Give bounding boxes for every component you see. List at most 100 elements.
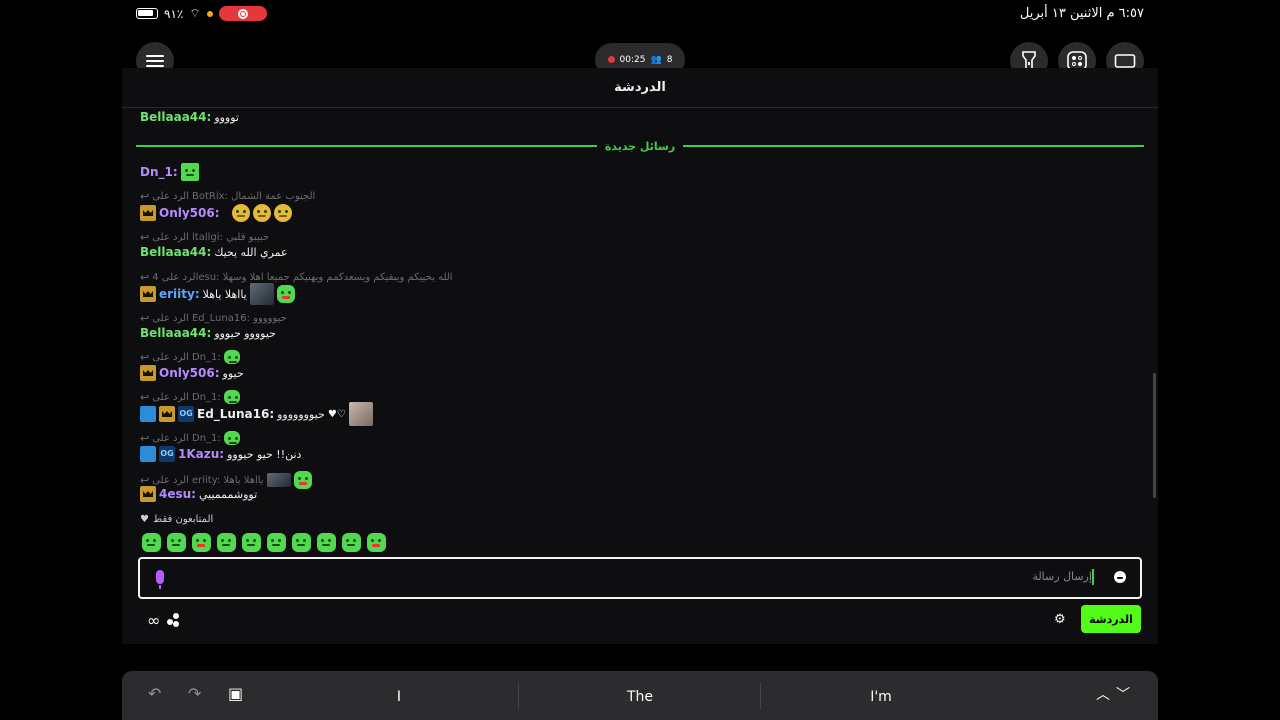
reply-arrow-icon: ↩ bbox=[140, 312, 150, 325]
gear-icon[interactable]: ⚙ bbox=[1054, 612, 1066, 627]
chat-message[interactable]: OG 1Kazu: دنن!! حيو حيووو bbox=[140, 446, 301, 462]
reply-context[interactable]: ↩ الرد على Ed_Luna16: حيووووو bbox=[140, 312, 287, 325]
message-text: تووشمممييي bbox=[198, 487, 258, 501]
message-text: عمري الله يحيك bbox=[214, 245, 288, 259]
reply-text: الرد على BotRix: الجنوب عمة الشمال bbox=[152, 191, 316, 202]
status-bar: ٩١٪ ⌔ ٦:٥٧ م الاثنين ١٣ أبريل bbox=[0, 0, 1280, 28]
reply-text: الرد على 4esu: الله يحييكم ويبقيكم ويسعد… bbox=[152, 272, 453, 283]
live-dot-icon bbox=[607, 56, 615, 63]
reply-context[interactable]: ↩ الرد على ltallgi: حبيبو قلبي bbox=[140, 231, 269, 244]
username[interactable]: 4esu: bbox=[159, 487, 196, 501]
chat-message[interactable]: OG Ed_Luna16: حيووووووو ♥♡ bbox=[140, 402, 373, 426]
smile-icon[interactable] bbox=[1114, 571, 1126, 583]
emote-button[interactable] bbox=[192, 533, 211, 552]
message-text: يااهلا ياهلا bbox=[202, 287, 247, 301]
chevron-up-icon[interactable]: ︿ bbox=[1096, 684, 1110, 704]
infinity-icon[interactable]: ∞ bbox=[147, 611, 160, 630]
photo-emote-icon bbox=[348, 402, 373, 426]
dots-icon[interactable] bbox=[167, 613, 183, 629]
chat-message[interactable]: Bellaaa44: عمري الله يحيك bbox=[140, 245, 288, 259]
keyboard-suggestion-bar: ↶ ↷ ▣ I The I'm ︿ ﹀ bbox=[122, 671, 1158, 720]
chat-message[interactable]: Only506: bbox=[140, 204, 292, 222]
stream-timer: 00:25 bbox=[619, 54, 646, 65]
status-left: ٩١٪ ⌔ bbox=[136, 6, 267, 21]
chat-input-box[interactable]: إرسال رسالة bbox=[138, 557, 1142, 599]
privacy-dot bbox=[206, 10, 213, 17]
username[interactable]: Bellaaa44: bbox=[140, 110, 211, 124]
mic-icon[interactable] bbox=[156, 570, 164, 589]
suggestion[interactable]: The bbox=[580, 689, 700, 705]
reply-context[interactable]: ↩ الرد على Dn_1: bbox=[140, 350, 240, 364]
username[interactable]: 1Kazu: bbox=[178, 447, 224, 461]
chat-message[interactable]: eriity: يااهلا ياهلا bbox=[140, 283, 295, 305]
reply-text: الرد على Ed_Luna16: حيووووو bbox=[152, 313, 287, 324]
emote-button[interactable] bbox=[342, 533, 361, 552]
reply-arrow-icon: ↩ bbox=[140, 473, 150, 487]
chat-scrollbar[interactable] bbox=[1153, 373, 1156, 498]
clipboard-icon[interactable]: ▣ bbox=[228, 684, 243, 703]
message-text: حيوووو حيووو bbox=[214, 326, 276, 340]
screen-record-indicator[interactable] bbox=[218, 6, 267, 21]
chevron-down-icon[interactable]: ﹀ bbox=[1116, 684, 1130, 704]
emote-button[interactable] bbox=[167, 533, 186, 552]
reply-text: الرد على Dn_1: bbox=[152, 351, 221, 363]
emote-button[interactable] bbox=[142, 533, 161, 552]
tools-badge-icon bbox=[140, 446, 156, 462]
undo-icon[interactable]: ↶ bbox=[148, 684, 161, 703]
photo-emote-icon bbox=[249, 283, 274, 305]
hearts-icon: ♥♡ bbox=[327, 408, 346, 420]
emote-quick-bar bbox=[142, 533, 386, 552]
emote-button[interactable] bbox=[317, 533, 336, 552]
username[interactable]: Only506: bbox=[159, 366, 220, 380]
time-date: ٦:٥٧ م الاثنين ١٣ أبريل bbox=[1019, 6, 1144, 21]
username[interactable]: Bellaaa44: bbox=[140, 326, 211, 340]
emote-button[interactable] bbox=[217, 533, 236, 552]
emote-button[interactable] bbox=[267, 533, 286, 552]
window-icon bbox=[1114, 54, 1136, 68]
chat-message[interactable]: Dn_1: bbox=[140, 163, 199, 181]
reply-text: الرد على Dn_1: bbox=[152, 432, 221, 444]
title-divider bbox=[122, 107, 1158, 108]
crown-emote-icon bbox=[180, 163, 199, 181]
suggestion[interactable]: I bbox=[339, 689, 459, 705]
chat-input-placeholder[interactable]: إرسال رسالة bbox=[1032, 570, 1092, 583]
reply-arrow-icon: ↩ bbox=[140, 350, 150, 364]
tools-badge-icon bbox=[140, 406, 156, 422]
chat-message[interactable]: Bellaaa44: حيوووو حيووو bbox=[140, 326, 276, 340]
crown-badge-icon bbox=[159, 406, 175, 422]
record-icon bbox=[237, 8, 248, 19]
text-caret bbox=[1092, 569, 1094, 585]
username[interactable]: Dn_1: bbox=[140, 165, 178, 179]
emote-button[interactable] bbox=[292, 533, 311, 552]
crown-badge-icon bbox=[140, 286, 156, 302]
message-text: حيووووووو bbox=[277, 407, 325, 421]
chat-message[interactable]: Bellaaa44: توووو bbox=[140, 110, 239, 124]
followers-only-indicator: ♥ المتابعون فقط bbox=[140, 514, 213, 525]
reply-arrow-icon: ↩ bbox=[140, 231, 150, 244]
wifi-icon: ⌔ bbox=[189, 6, 201, 20]
kiss-emote-icon bbox=[276, 285, 295, 303]
og-badge-icon: OG bbox=[159, 446, 175, 462]
redo-icon[interactable]: ↷ bbox=[188, 684, 201, 703]
username[interactable]: eriity: bbox=[159, 287, 200, 301]
reply-context[interactable]: ↩ الرد على BotRix: الجنوب عمة الشمال bbox=[140, 190, 315, 203]
crown-badge-icon bbox=[140, 365, 156, 381]
thumbs-emote-icon bbox=[273, 204, 292, 222]
frog-emote-icon bbox=[223, 350, 240, 364]
username[interactable]: Bellaaa44: bbox=[140, 245, 211, 259]
chat-send-button[interactable]: الدردشة bbox=[1081, 605, 1141, 633]
heart-icon: ♥ bbox=[140, 514, 149, 525]
viewer-count: 8 bbox=[666, 54, 673, 65]
chat-message[interactable]: Only506: حيوو bbox=[140, 365, 244, 381]
suggestion[interactable]: I'm bbox=[821, 689, 941, 705]
reply-context[interactable]: ↩ الرد على Dn_1: bbox=[140, 431, 240, 445]
chat-message[interactable]: 4esu: تووشمممييي bbox=[140, 486, 257, 502]
thumbs-emote-icon bbox=[252, 204, 271, 222]
emote-button[interactable] bbox=[242, 533, 261, 552]
viewers-icon: 👥 bbox=[650, 54, 662, 65]
username[interactable]: Ed_Luna16: bbox=[197, 407, 274, 421]
username[interactable]: Only506: bbox=[159, 206, 220, 220]
og-badge-icon: OG bbox=[178, 406, 194, 422]
message-text: حيوو bbox=[222, 366, 244, 380]
emote-button[interactable] bbox=[367, 533, 386, 552]
